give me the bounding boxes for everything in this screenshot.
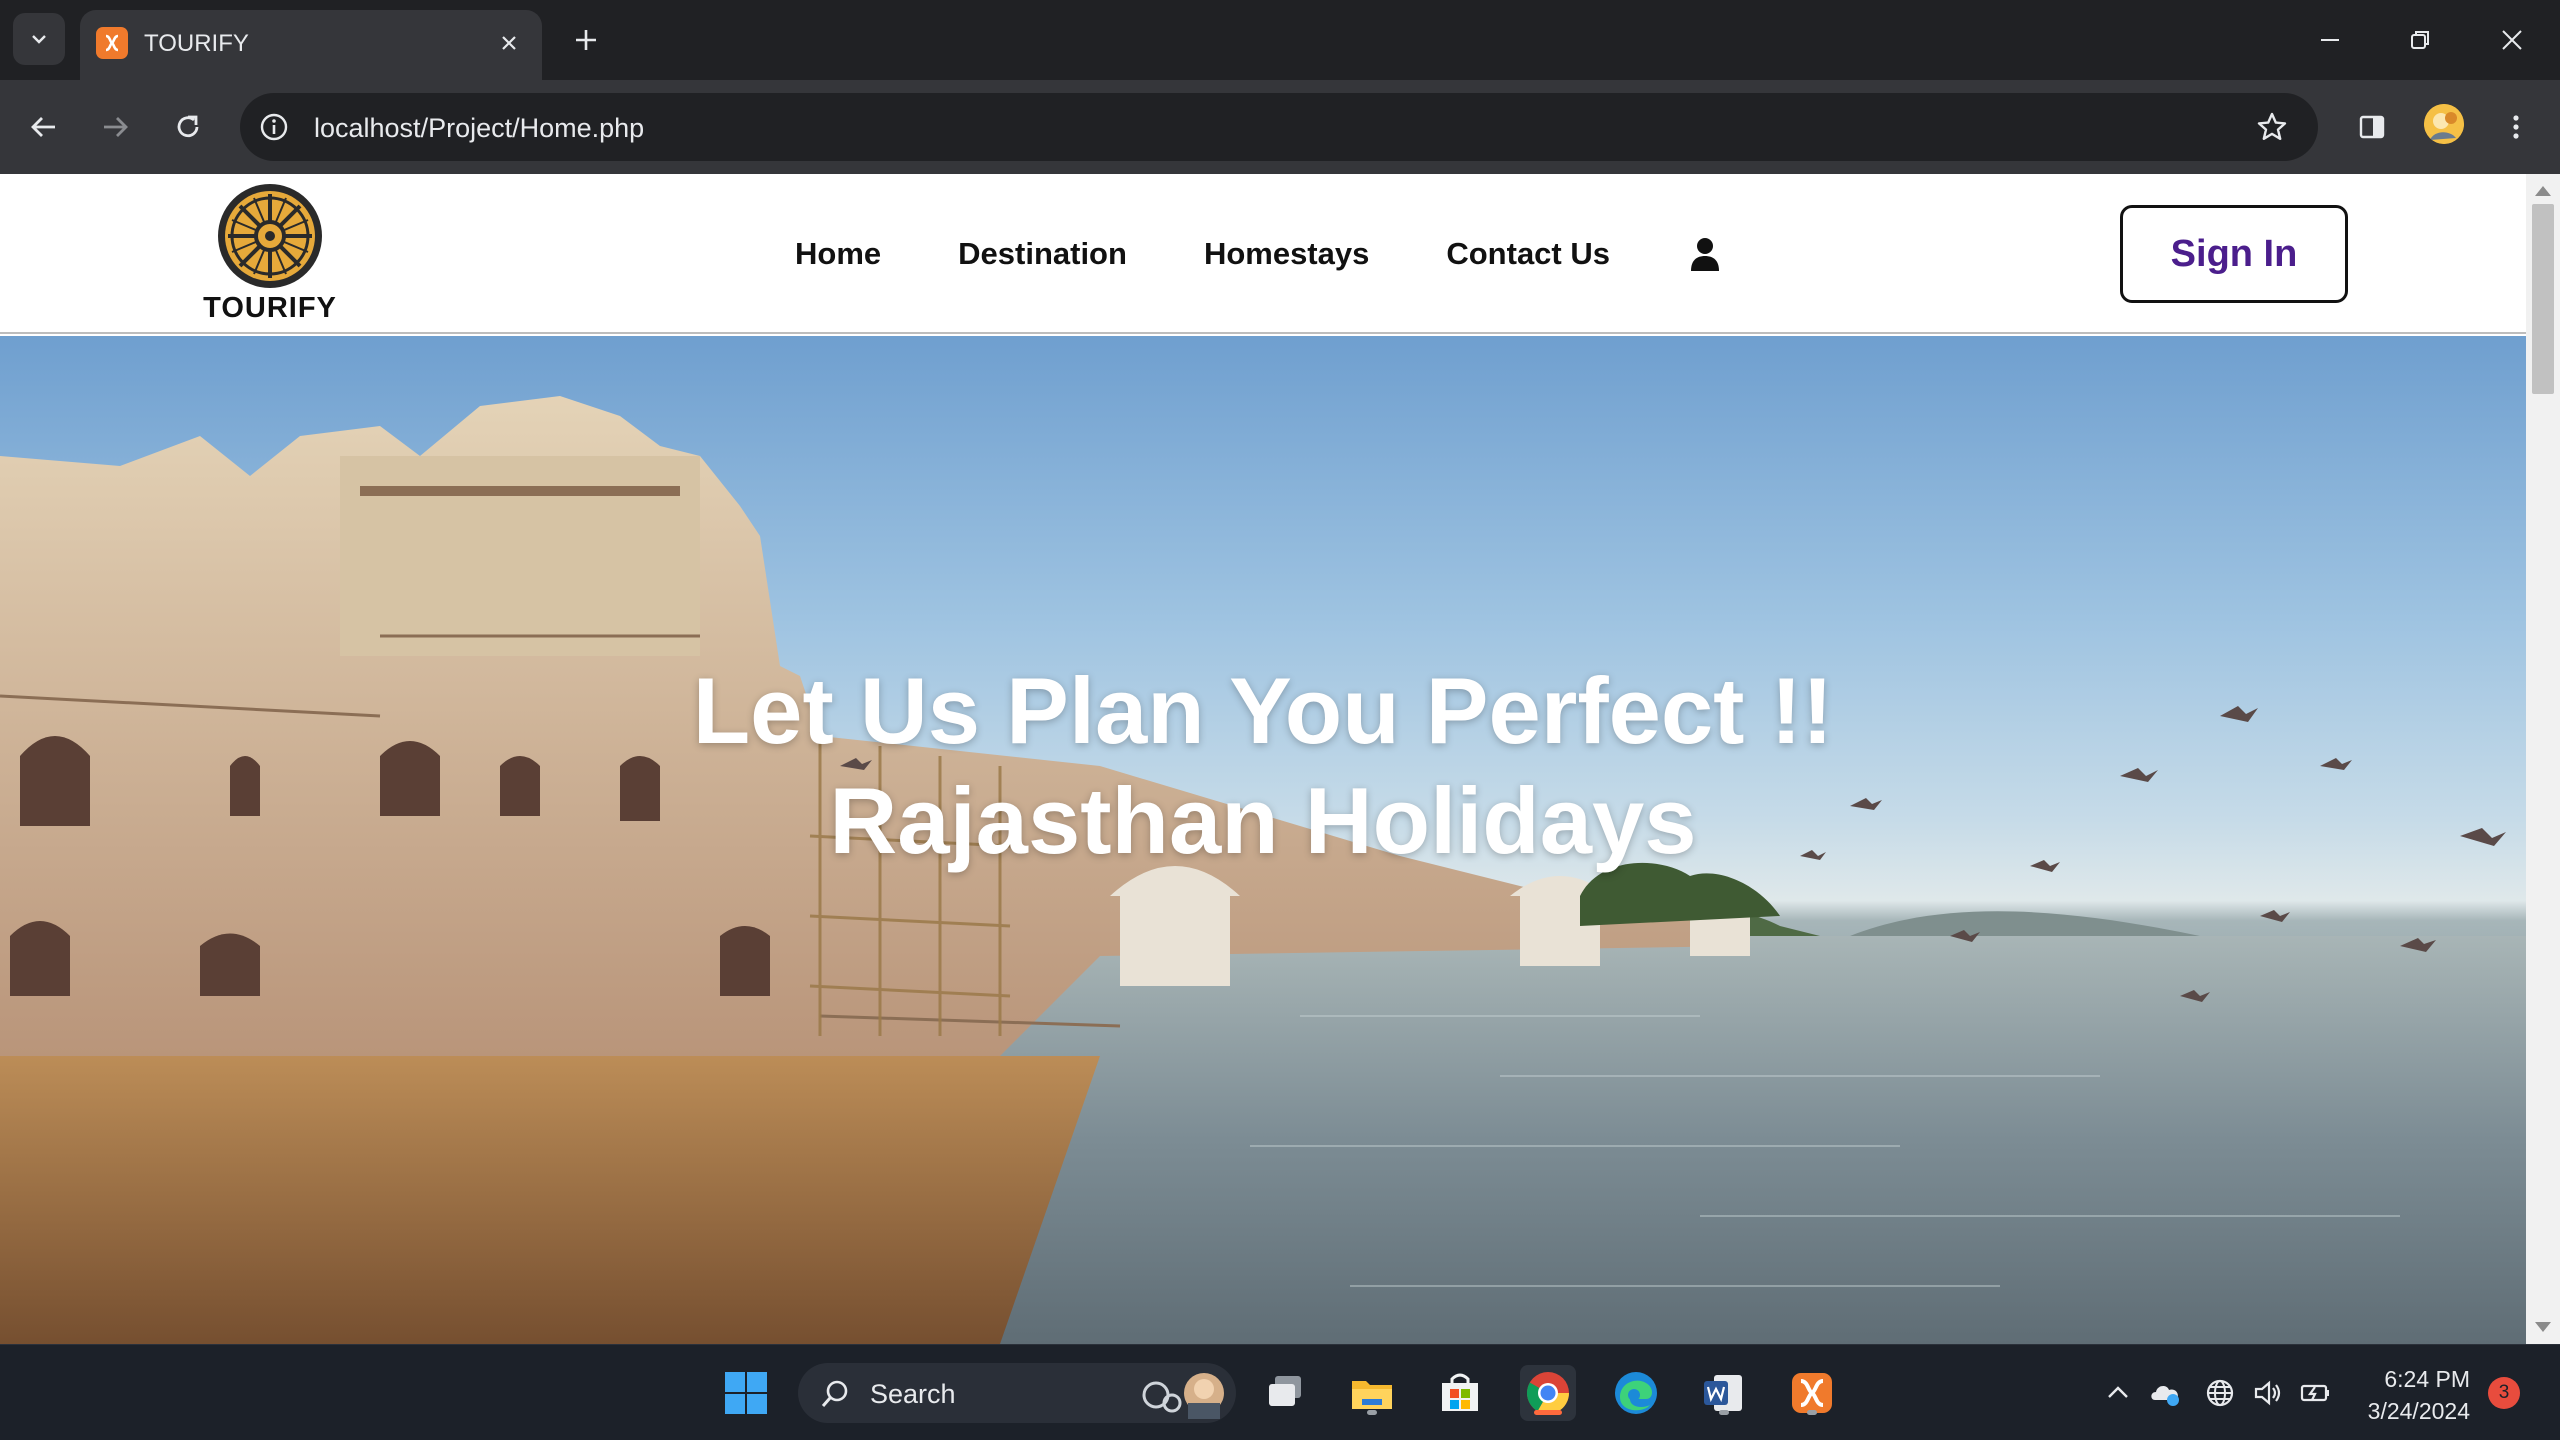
back-button[interactable] — [22, 105, 66, 149]
edge-icon — [1615, 1372, 1657, 1414]
hero-heading-line-1: Let Us Plan You Perfect !! — [692, 658, 1834, 763]
main-nav: Home Destination Homestays Contact Us — [795, 234, 1723, 274]
onedrive-sync-icon[interactable] — [2148, 1375, 2184, 1411]
windows-logo-icon — [725, 1372, 767, 1414]
hero-banner: Let Us Plan You Perfect !! Rajasthan Hol… — [0, 336, 2526, 1344]
browser-menu-button[interactable] — [2494, 105, 2538, 149]
profile-avatar[interactable] — [2424, 104, 2464, 144]
browser-tab-active[interactable]: TOURIFY — [80, 10, 542, 80]
windows-taskbar: Search 6:24 PM 3/24/2024 3 — [0, 1344, 2560, 1440]
restore-icon — [2411, 31, 2429, 49]
tab-title: TOURIFY — [144, 30, 249, 57]
task-view-icon — [1269, 1376, 1301, 1406]
reload-button[interactable] — [166, 105, 210, 149]
side-panel-icon — [2359, 115, 2385, 139]
search-label: Search — [870, 1379, 956, 1409]
active-indicator — [1534, 1410, 1562, 1415]
more-vertical-icon — [2513, 115, 2519, 139]
close-window-button[interactable] — [2490, 18, 2534, 62]
side-panel-button[interactable] — [2350, 105, 2394, 149]
system-clock[interactable]: 6:24 PM 3/24/2024 — [2350, 1363, 2470, 1427]
network-globe-icon[interactable] — [2202, 1375, 2238, 1411]
taskbar-file-explorer[interactable] — [1344, 1365, 1400, 1421]
scroll-down-arrow-icon[interactable] — [2535, 1322, 2551, 1332]
battery-charging-icon[interactable] — [2298, 1375, 2334, 1411]
sign-in-button[interactable]: Sign In — [2120, 205, 2348, 303]
running-indicator — [1719, 1410, 1729, 1415]
page-viewport: TOURIFY Home Destination Homestays Conta… — [0, 174, 2526, 1344]
start-button[interactable] — [718, 1365, 774, 1421]
forward-button[interactable] — [93, 105, 137, 149]
show-hidden-icons-chevron-up-icon[interactable] — [2100, 1375, 2136, 1411]
site-info-icon[interactable] — [256, 109, 292, 145]
clock-time: 6:24 PM — [2384, 1366, 2470, 1392]
browser-tab-strip: TOURIFY — [0, 0, 2560, 80]
restore-window-button[interactable] — [2398, 18, 2442, 62]
store-icon — [1442, 1373, 1478, 1411]
taskbar-word[interactable] — [1696, 1365, 1752, 1421]
hero-heading-line-2: Rajasthan Holidays — [829, 768, 1697, 873]
volume-speaker-icon[interactable] — [2250, 1375, 2286, 1411]
running-indicator — [1807, 1410, 1817, 1415]
profile-picture-icon — [2424, 104, 2464, 144]
nav-contact-us[interactable]: Contact Us — [1446, 236, 1610, 272]
clock-date: 3/24/2024 — [2367, 1398, 2470, 1424]
nav-home[interactable]: Home — [795, 236, 881, 272]
nav-destination[interactable]: Destination — [958, 236, 1127, 272]
url-text: localhost/Project/Home.php — [314, 113, 645, 143]
taskbar-edge[interactable] — [1608, 1365, 1664, 1421]
minimize-window-button[interactable] — [2308, 18, 2352, 62]
bookmark-star-icon[interactable] — [2254, 109, 2290, 145]
new-tab-button[interactable] — [566, 20, 606, 60]
search-highlight-illustration-icon — [1142, 1373, 1224, 1419]
chevron-down-icon — [32, 35, 46, 44]
browser-toolbar: localhost/Project/Home.php — [0, 80, 2560, 174]
hero-heading: Let Us Plan You Perfect !! Rajasthan Hol… — [0, 656, 2526, 876]
address-bar[interactable]: localhost/Project/Home.php — [240, 93, 2318, 161]
page-scrollbar[interactable] — [2526, 174, 2560, 1344]
user-icon[interactable] — [1687, 234, 1723, 274]
reload-icon — [177, 115, 199, 138]
taskbar-search[interactable]: Search — [798, 1363, 1236, 1423]
close-tab-icon[interactable] — [494, 28, 524, 58]
arrow-left-icon — [31, 117, 55, 137]
site-header: TOURIFY Home Destination Homestays Conta… — [0, 174, 2526, 334]
arrow-right-icon — [104, 117, 128, 137]
tab-search-button[interactable] — [13, 13, 65, 65]
logo-text: TOURIFY — [203, 292, 337, 324]
search-icon — [818, 1377, 852, 1411]
taskbar-xampp[interactable] — [1784, 1365, 1840, 1421]
scroll-up-arrow-icon[interactable] — [2535, 186, 2551, 196]
close-icon — [2502, 30, 2522, 50]
scroll-thumb[interactable] — [2532, 204, 2554, 394]
xampp-favicon-icon — [96, 27, 128, 59]
task-view-button[interactable] — [1258, 1365, 1314, 1421]
minimize-icon — [2321, 39, 2339, 41]
taskbar-microsoft-store[interactable] — [1432, 1365, 1488, 1421]
plus-icon — [576, 30, 596, 50]
taskbar-chrome[interactable] — [1520, 1365, 1576, 1421]
compass-wheel-logo-icon — [218, 184, 322, 288]
running-indicator — [1367, 1410, 1377, 1415]
site-logo[interactable]: TOURIFY — [190, 178, 350, 330]
nav-homestays[interactable]: Homestays — [1204, 236, 1369, 272]
notification-badge[interactable]: 3 — [2488, 1377, 2520, 1409]
